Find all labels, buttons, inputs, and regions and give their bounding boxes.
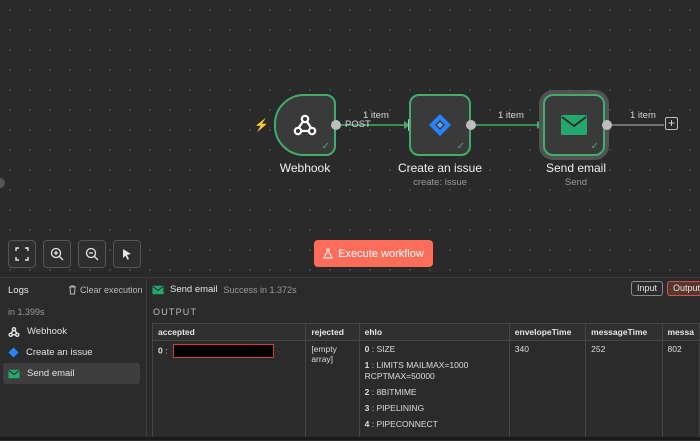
output-status: Success in 1.372s <box>223 284 297 295</box>
webhook-icon <box>293 114 317 136</box>
ehlo-entry: 1 : LIMITS MAILMAX=1000 RCPTMAX=50000 <box>364 360 469 381</box>
send-email-node-title: Send email <box>545 161 607 175</box>
log-item-send-email[interactable]: Send email <box>3 363 140 384</box>
column-header[interactable]: messageTime <box>585 323 663 341</box>
connection-item-count: 1 item <box>363 110 389 121</box>
column-header[interactable]: ehlo <box>358 323 510 341</box>
ehlo-entry: 3 : PIPELINING <box>364 403 425 413</box>
add-node-button[interactable]: + <box>665 117 678 130</box>
connection-item-count: 1 item <box>630 110 656 121</box>
ehlo-entry: 0 : SIZE <box>364 344 396 354</box>
logs-duration: in 1.399s <box>8 307 45 317</box>
email-output-handle[interactable] <box>602 120 612 130</box>
email-icon <box>152 285 164 294</box>
log-item-label: Webhook <box>27 326 67 337</box>
zoom-in-icon <box>50 247 64 261</box>
column-header[interactable]: envelopeTime <box>508 323 587 341</box>
webhook-node[interactable]: ✓ <box>274 94 336 156</box>
create-issue-node-title: Create an issue <box>397 161 483 175</box>
jira-output-handle[interactable] <box>466 120 476 130</box>
execute-workflow-button[interactable]: Execute workflow <box>314 240 433 267</box>
success-check-icon: ✓ <box>590 141 599 152</box>
input-toggle[interactable]: Input <box>631 281 664 296</box>
message-time-cell: 252 <box>585 340 663 439</box>
zoom-out-button[interactable] <box>78 240 106 268</box>
output-header: Send email Success in 1.372s <box>152 284 297 295</box>
email-icon <box>561 115 587 135</box>
logs-title: Logs <box>8 285 29 296</box>
execution-panel: Logs Clear execution in 1.399s Webhook C… <box>0 277 700 441</box>
logs-panel: Logs Clear execution in 1.399s Webhook C… <box>0 278 147 438</box>
ehlo-entry: 2 : 8BITMIME <box>364 387 417 397</box>
array-index: 0 <box>158 345 163 356</box>
zoom-in-button[interactable] <box>43 240 71 268</box>
fit-view-icon <box>15 247 29 261</box>
webhook-output-handle[interactable] <box>331 120 341 130</box>
envelope-time-cell: 340 <box>508 340 587 439</box>
ehlo-cell: 0 : SIZE 1 : LIMITS MAILMAX=1000 RCPTMAX… <box>358 340 510 439</box>
rejected-cell: [empty array] <box>305 340 360 439</box>
output-table: accepted rejected ehlo envelopeTime mess… <box>151 323 700 439</box>
clear-execution-button[interactable]: Clear execution <box>68 285 143 295</box>
ehlo-entry: 4 : PIPECONNECT <box>364 419 438 429</box>
log-item-label: Create an issue <box>26 347 93 358</box>
send-email-node-subtitle: Send <box>564 177 588 188</box>
accepted-cell: 0 : <box>151 340 307 439</box>
email-icon <box>8 369 20 378</box>
create-issue-node-subtitle: create: issue <box>413 177 467 188</box>
output-panel: Send email Success in 1.372s Input Outpu… <box>147 278 700 441</box>
jira-icon <box>429 114 451 136</box>
output-section-label: OUTPUT <box>153 307 198 317</box>
jira-icon <box>8 347 19 358</box>
create-issue-node[interactable]: ✓ <box>409 94 471 156</box>
column-header[interactable]: messa <box>661 323 700 341</box>
trash-icon <box>69 285 76 295</box>
redacted-email <box>172 344 274 358</box>
log-item-create-issue[interactable]: Create an issue <box>3 342 140 363</box>
table-row: 0 : [empty array] 0 : SIZE 1 : LIMITS MA… <box>151 340 700 439</box>
message-size-cell: 802 <box>661 340 700 439</box>
log-item-webhook[interactable]: Webhook <box>3 321 140 342</box>
cursor-wand-icon <box>123 249 131 260</box>
table-header-row: accepted rejected ehlo envelopeTime mess… <box>151 323 700 341</box>
column-header[interactable]: rejected <box>305 323 360 341</box>
flask-icon <box>323 248 334 259</box>
connection-item-count: 1 item <box>498 110 524 121</box>
success-check-icon: ✓ <box>456 141 465 152</box>
tidy-up-button[interactable] <box>113 240 141 268</box>
column-header[interactable]: accepted <box>151 323 307 341</box>
clear-execution-label: Clear execution <box>80 285 143 295</box>
zoom-out-icon <box>85 247 99 261</box>
output-toggle[interactable]: Output <box>667 281 700 296</box>
success-check-icon: ✓ <box>321 141 330 152</box>
output-node-name: Send email <box>170 284 218 295</box>
webhook-icon <box>8 326 20 337</box>
webhook-node-title: Webhook <box>279 161 331 175</box>
log-item-label: Send email <box>27 368 75 379</box>
trigger-bolt-icon: ⚡ <box>254 118 269 132</box>
workflow-canvas[interactable]: ⚡ ✓ POST 1 item Webhook ✓ 1 item Create … <box>0 0 700 277</box>
fit-view-button[interactable] <box>8 240 36 268</box>
execute-workflow-label: Execute workflow <box>338 247 424 260</box>
send-email-node[interactable]: ✓ <box>543 94 605 156</box>
